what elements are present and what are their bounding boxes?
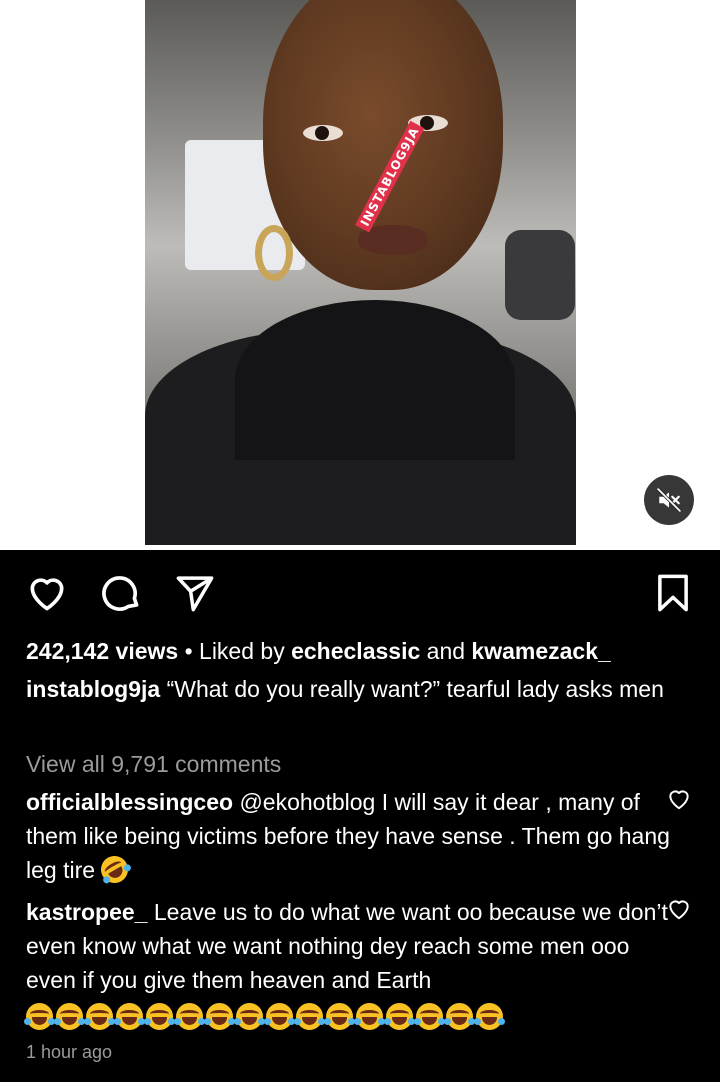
video-frame[interactable]: INSTABLOG9JA (145, 0, 576, 545)
person-face (263, 0, 503, 290)
liked-and: and (420, 638, 472, 664)
face-with-tears-of-joy-emoji (204, 1003, 235, 1030)
views-count[interactable]: 242,142 views (26, 638, 178, 664)
heart-icon (30, 578, 64, 611)
face-with-tears-of-joy-emoji (114, 1003, 145, 1030)
face-with-tears-of-joy-emoji (474, 1003, 505, 1030)
face-with-tears-of-joy-emoji (54, 1003, 85, 1030)
earring (255, 225, 293, 281)
face-with-tears-of-joy-emoji (84, 1003, 115, 1030)
mute-button[interactable] (644, 475, 694, 525)
post-caption: instablog9ja “What do you really want?” … (26, 672, 670, 706)
speaker-muted-icon (657, 488, 681, 512)
liked-user-link[interactable]: kwamezack_ (471, 638, 610, 664)
caption-text: “What do you really want?” tearful lady … (160, 676, 664, 702)
comment-like-heart-icon[interactable] (666, 896, 692, 922)
like-button[interactable] (24, 570, 70, 616)
car-headrest (505, 230, 575, 320)
liked-by-prefix: Liked by (199, 638, 292, 664)
post-timestamp: 1 hour ago (26, 1042, 113, 1062)
comment-item: kastropee_ Leave us to do what we want o… (24, 895, 670, 1035)
author-username[interactable]: instablog9ja (26, 676, 160, 702)
face-with-tears-of-joy-emoji (24, 1003, 55, 1030)
post-media[interactable]: INSTABLOG9JA (0, 0, 720, 550)
person-turtleneck (235, 300, 515, 460)
comment-username[interactable]: kastropee_ (26, 899, 147, 925)
view-all-comments-link[interactable]: View all 9,791 comments (26, 747, 670, 781)
face-with-tears-of-joy-emoji (354, 1003, 385, 1030)
face-with-tears-of-joy-emoji (414, 1003, 445, 1030)
liked-user-link[interactable]: echeclassic (291, 638, 420, 664)
comment-item: officialblessingceo @ekohotblog I will s… (26, 785, 670, 888)
paper-plane-icon (176, 576, 214, 612)
face-with-tears-of-joy-emoji (444, 1003, 475, 1030)
views-and-likes: 242,142 views • Liked by echeclassic and… (26, 634, 670, 668)
face-with-tears-of-joy-emoji (234, 1003, 265, 1030)
rolling-on-floor-laughing-emoji (96, 851, 134, 888)
action-bar (0, 566, 720, 620)
left-eye (303, 125, 343, 141)
comment-username[interactable]: officialblessingceo (26, 789, 233, 815)
face-with-tears-of-joy-emoji (384, 1003, 415, 1030)
share-button[interactable] (172, 570, 218, 616)
comment-bubble-icon (102, 576, 139, 611)
separator: • (178, 638, 200, 664)
save-button[interactable] (650, 570, 696, 616)
face-with-tears-of-joy-emoji (324, 1003, 355, 1030)
face-with-tears-of-joy-emoji (294, 1003, 325, 1030)
face-with-tears-of-joy-emoji (144, 1003, 175, 1030)
comment-like-heart-icon[interactable] (666, 786, 692, 812)
comment-button[interactable] (98, 570, 144, 616)
emoji-row (24, 999, 670, 1035)
face-with-tears-of-joy-emoji (264, 1003, 295, 1030)
bookmark-icon (658, 574, 688, 612)
face-with-tears-of-joy-emoji (174, 1003, 205, 1030)
